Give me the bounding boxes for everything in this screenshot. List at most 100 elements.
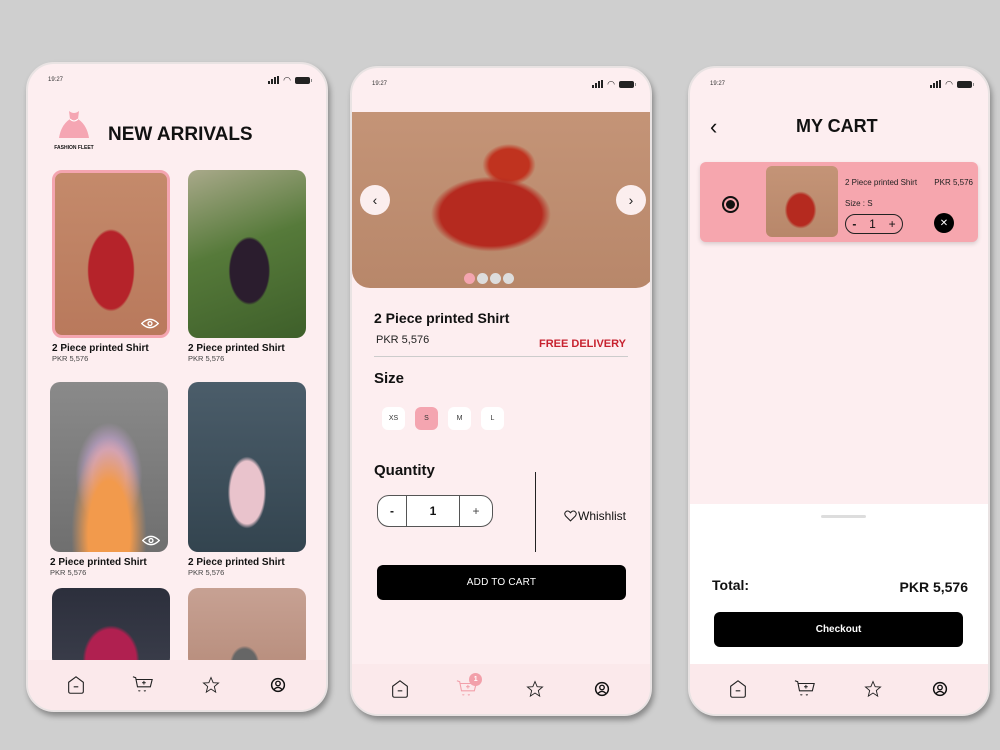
- cart-quantity-stepper: - 1 +: [845, 214, 903, 234]
- nav-home[interactable]: [386, 675, 414, 703]
- cart-screen: 19:27 ◠ ‹ MY CART 2 Piece printed Shirt …: [688, 66, 990, 716]
- sheet-drag-handle[interactable]: [821, 515, 866, 518]
- product-card[interactable]: 2 Piece printed Shirt PKR 5,576: [52, 170, 170, 363]
- cart-icon: [131, 674, 155, 696]
- free-delivery-label: FREE DELIVERY: [539, 338, 626, 350]
- quantity-heading: Quantity: [374, 462, 435, 479]
- battery-icon: [619, 80, 636, 88]
- increase-quantity-button[interactable]: +: [460, 496, 492, 526]
- cart-badge: 1: [469, 673, 483, 686]
- size-option-m[interactable]: M: [448, 407, 471, 430]
- nav-profile[interactable]: [926, 675, 954, 703]
- product-price: PKR 5,576: [50, 568, 87, 577]
- size-option-s[interactable]: S: [415, 407, 438, 430]
- size-selector: XS S M L: [382, 407, 504, 430]
- product-card[interactable]: [188, 588, 306, 668]
- nav-cart[interactable]: 1: [453, 673, 483, 703]
- nav-cart[interactable]: [129, 671, 157, 699]
- cart-icon: [793, 678, 817, 700]
- quantity-value[interactable]: 1: [407, 496, 460, 526]
- quantity-value: 1: [869, 217, 876, 231]
- nav-home[interactable]: [62, 671, 90, 699]
- total-value: PKR 5,576: [899, 579, 968, 595]
- bottom-nav: 1: [352, 664, 650, 714]
- vertical-divider: [535, 472, 536, 552]
- carousel-prev-button[interactable]: ‹: [360, 185, 390, 215]
- product-card[interactable]: 2 Piece printed Shirt PKR 5,576: [188, 170, 306, 363]
- product-card[interactable]: [52, 588, 170, 668]
- carousel-dot[interactable]: [477, 273, 488, 284]
- signal-icon: [930, 80, 942, 88]
- wifi-icon: ◠: [607, 79, 615, 89]
- product-image[interactable]: [188, 170, 306, 338]
- dress-logo-icon: [59, 111, 89, 138]
- nav-profile[interactable]: [264, 671, 292, 699]
- divider: [374, 356, 628, 357]
- product-image[interactable]: [52, 170, 170, 338]
- carousel-next-button[interactable]: ›: [616, 185, 646, 215]
- wishlist-button[interactable]: Whishlist: [564, 509, 626, 523]
- home-icon: [727, 678, 749, 700]
- product-price: PKR 5,576: [188, 568, 225, 577]
- chevron-left-icon: ‹: [372, 192, 378, 208]
- checkout-sheet: Total: PKR 5,576 Checkout: [690, 504, 988, 664]
- decrease-quantity-button[interactable]: -: [852, 217, 856, 231]
- brand-logo: FASHION FLEET: [50, 109, 98, 151]
- product-name: 2 Piece printed Shirt: [374, 310, 510, 326]
- signal-icon: [268, 76, 280, 84]
- product-image-carousel[interactable]: ‹ ›: [352, 112, 650, 288]
- increase-quantity-button[interactable]: +: [889, 217, 896, 231]
- profile-icon: [269, 676, 287, 694]
- status-time: 19:27: [48, 77, 64, 83]
- total-label: Total:: [712, 577, 750, 593]
- cart-item-name: 2 Piece printed Shirt: [845, 178, 918, 187]
- heart-icon: [564, 510, 577, 522]
- product-card[interactable]: 2 Piece printed Shirt PKR 5,576: [50, 382, 168, 577]
- checkout-button[interactable]: Checkout: [714, 612, 963, 647]
- cart-item-price: PKR 5,576: [934, 178, 973, 187]
- carousel-dot[interactable]: [464, 273, 475, 284]
- nav-favorites[interactable]: [859, 675, 887, 703]
- product-card[interactable]: 2 Piece printed Shirt PKR 5,576: [188, 382, 306, 577]
- eye-icon[interactable]: [141, 318, 159, 329]
- product-image[interactable]: [188, 382, 306, 552]
- remove-item-button[interactable]: ✕: [934, 213, 954, 233]
- product-name: 2 Piece printed Shirt: [52, 343, 149, 354]
- wifi-icon: ◠: [283, 75, 291, 85]
- close-icon: ✕: [939, 217, 949, 229]
- chevron-right-icon: ›: [628, 192, 634, 208]
- nav-favorites[interactable]: [197, 671, 225, 699]
- select-item-radio[interactable]: [722, 196, 739, 213]
- brand-name: FASHION FLEET: [54, 145, 94, 151]
- carousel-dot[interactable]: [490, 273, 501, 284]
- product-name: 2 Piece printed Shirt: [188, 343, 285, 354]
- nav-home[interactable]: [724, 675, 752, 703]
- add-to-cart-button[interactable]: ADD TO CART: [377, 565, 626, 600]
- product-image[interactable]: [188, 588, 306, 668]
- eye-icon[interactable]: [142, 535, 160, 546]
- carousel-dot[interactable]: [503, 273, 514, 284]
- cart-item-size: Size : S: [845, 199, 873, 208]
- wishlist-label: Whishlist: [578, 509, 627, 523]
- product-price: PKR 5,576: [188, 354, 225, 363]
- product-detail-screen: 19:27 ◠ ‹ › 2 Piece printed Shirt PKR 5,…: [350, 66, 652, 716]
- quantity-stepper: - 1 +: [377, 495, 493, 527]
- back-button[interactable]: ‹: [710, 114, 717, 140]
- new-arrivals-screen: 19:27 ◠ FASHION FLEET NEW ARRIVALS 2 Pie…: [26, 62, 328, 712]
- decrease-quantity-button[interactable]: -: [378, 496, 407, 526]
- cart-item-image: [766, 166, 838, 237]
- nav-profile[interactable]: [588, 675, 616, 703]
- profile-icon: [593, 680, 611, 698]
- product-image[interactable]: [50, 382, 168, 552]
- product-name: 2 Piece printed Shirt: [188, 557, 285, 568]
- nav-favorites[interactable]: [521, 675, 549, 703]
- chevron-left-icon: ‹: [710, 114, 718, 139]
- carousel-indicators: [464, 273, 514, 284]
- star-icon: [201, 675, 221, 695]
- product-image[interactable]: [52, 588, 170, 668]
- home-icon: [389, 678, 411, 700]
- nav-cart[interactable]: [791, 675, 819, 703]
- size-option-xs[interactable]: XS: [382, 407, 405, 430]
- status-time: 19:27: [372, 81, 388, 87]
- size-option-l[interactable]: L: [481, 407, 504, 430]
